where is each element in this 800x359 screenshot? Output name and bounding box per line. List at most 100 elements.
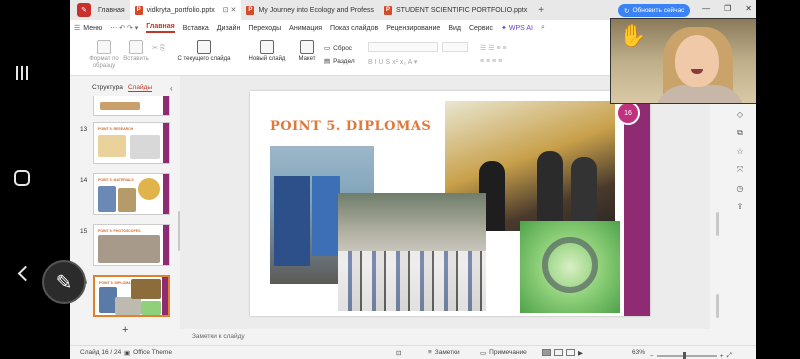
paragraph-icons[interactable]: ☰ ☰ ≡ ≡ <box>480 44 507 52</box>
slide-canvas: POINT 5. DIPLOMAS 16 <box>180 76 710 329</box>
menu-tab-insert[interactable]: Вставка <box>183 25 209 32</box>
main-menu-label: Меню <box>83 24 103 32</box>
shape-icon[interactable]: ◇ <box>737 110 743 119</box>
section-button[interactable]: ▤ Раздел <box>324 57 355 66</box>
menu-tab-design[interactable]: Дизайн <box>217 25 241 32</box>
close-tab-icon[interactable]: ⊡ ✕ <box>223 6 237 14</box>
update-icon: ↻ <box>624 7 630 15</box>
add-slide-button[interactable]: + <box>122 324 128 336</box>
slide-notes-field[interactable]: Заметки к слайду <box>180 329 710 345</box>
sorter-view-icon[interactable] <box>554 349 563 356</box>
transform-icon[interactable]: ⤧ <box>737 165 743 175</box>
recents-button[interactable] <box>0 66 44 80</box>
reset-icon: ▭ <box>324 45 331 52</box>
group-photo[interactable] <box>338 193 486 311</box>
format-painter-button[interactable]: Формат по образцу <box>84 40 124 70</box>
canvas-scrollbar-lower[interactable] <box>716 294 719 318</box>
menu-tab-tools[interactable]: Сервис <box>469 25 493 32</box>
from-current-slide-button[interactable]: С текущего слайда <box>174 40 234 62</box>
zoom-level[interactable]: 63% <box>632 349 645 356</box>
zoom-out-icon[interactable]: − <box>650 353 654 359</box>
notes-icon: ≡ <box>428 349 432 356</box>
view-buttons: ▶ <box>542 349 583 357</box>
menu-tab-review[interactable]: Рецензирование <box>386 25 440 32</box>
canvas-scrollbar[interactable] <box>716 212 719 236</box>
main-menu-button[interactable]: ☰ Меню <box>74 24 103 33</box>
recents-icon <box>16 66 28 80</box>
minimize-icon[interactable]: — <box>702 4 710 13</box>
tab-label: STUDENT SCIENTIFIC PORTFOLIO.pptx <box>396 6 528 14</box>
status-bar: Слайд 16 / 24 ▣ Office Theme ⊡ ≡ Заметки… <box>70 345 756 359</box>
menu-tab-home[interactable]: Главная <box>146 23 175 33</box>
normal-view-icon[interactable] <box>542 349 551 356</box>
pen-tool-button[interactable]: ✎ <box>42 260 86 304</box>
zoom-slider-handle[interactable] <box>682 352 686 359</box>
slide-thumbnail[interactable]: POINT 5. MATERIALS <box>93 173 170 215</box>
maximize-icon[interactable]: ❐ <box>724 4 731 13</box>
menu-tab-slideshow[interactable]: Показ слайдов <box>330 25 378 32</box>
menu-tab-view[interactable]: Вид <box>448 25 461 32</box>
slide-thumbnail[interactable]: POINT 5. RESEARCH <box>93 122 170 164</box>
text-format-icons[interactable]: B I U S x² x₂ A ▾ <box>368 58 417 66</box>
quick-access-icons[interactable]: ⋯ ↶ ↷ ▾ <box>110 24 138 32</box>
notes-toggle[interactable]: ≡ Заметки <box>428 349 460 356</box>
screen: ✎ Главная P vidkryta_portfolio.pptx ⊡ ✕ … <box>0 0 800 359</box>
reset-label: Сброс <box>333 44 353 52</box>
reset-button[interactable]: ▭ Сброс <box>324 44 353 53</box>
home-button[interactable] <box>0 170 44 186</box>
new-slide-label: Новый слайд <box>248 56 286 62</box>
slide-thumbnail-selected[interactable]: POINT 5. DIPLOMAS <box>93 275 170 317</box>
slide-number: 14 <box>80 177 88 184</box>
document-tab-student-portfolio[interactable]: P STUDENT SCIENTIFIC PORTFOLIO.pptx <box>379 0 532 20</box>
collage-photo[interactable] <box>520 221 620 313</box>
comment-icon: ▭ <box>480 349 487 357</box>
layout-button[interactable]: Макет <box>292 40 322 62</box>
format-painter-label: Формат по образцу <box>89 56 119 69</box>
slide-number: 13 <box>80 126 88 133</box>
new-slide-button[interactable]: Новый слайд <box>244 40 290 62</box>
reading-view-icon[interactable] <box>566 349 575 356</box>
alignment-icons[interactable]: ≡ ≡ ≡ ≡ <box>480 58 502 65</box>
fit-window-icon[interactable]: ⤢ <box>727 352 732 359</box>
home-tab[interactable]: ✎ Главная <box>70 0 130 20</box>
paste-button[interactable]: Вставить <box>120 40 152 62</box>
wps-ai-button[interactable]: ✦ WPS AI <box>501 24 533 33</box>
menu-tab-transitions[interactable]: Переходы <box>248 25 281 32</box>
update-now-button[interactable]: ↻ Обновить сейчас <box>618 4 691 17</box>
tab-slides[interactable]: Слайды <box>127 84 153 92</box>
slide-number-badge: 16 <box>616 101 640 125</box>
font-size-select[interactable] <box>442 42 468 52</box>
close-window-icon[interactable]: ✕ <box>745 4 752 13</box>
theme-indicator[interactable]: ▣ Office Theme <box>124 349 172 357</box>
theme-icon: ▣ <box>124 349 131 357</box>
tab-structure[interactable]: Структура <box>92 84 123 92</box>
current-slide[interactable]: POINT 5. DIPLOMAS 16 <box>250 91 650 316</box>
slide-counter: Слайд 16 / 24 <box>80 349 122 356</box>
copy-format-icon[interactable]: ⧉ <box>737 128 743 138</box>
update-now-label: Обновить сейчас <box>632 7 685 14</box>
document-tab-my-journey[interactable]: P My Journey into Ecology and Profess <box>241 0 379 20</box>
slide-thumbnail-partial[interactable] <box>93 96 170 116</box>
search-icon[interactable]: ⌕ <box>541 24 545 32</box>
new-tab-button[interactable]: + <box>532 5 550 16</box>
history-icon[interactable]: ◷ <box>737 184 744 193</box>
font-family-select[interactable] <box>368 42 438 52</box>
share-icon[interactable]: ⇪ <box>737 202 744 211</box>
slide-thumbnail[interactable]: POINT 5. PHOTOSCOPES <box>93 224 170 266</box>
spell-icon[interactable]: ⊡ <box>396 349 401 357</box>
thumbnail-title: POINT 5. DIPLOMAS <box>99 281 134 285</box>
slide-title[interactable]: POINT 5. DIPLOMAS <box>270 119 431 134</box>
layout-icon <box>300 40 314 54</box>
star-icon[interactable]: ☆ <box>736 147 743 156</box>
right-side-toolbar: ⚙ ◇ ⧉ ☆ ⤧ ◷ ⇪ <box>730 92 750 211</box>
zoom-slider[interactable] <box>656 352 717 359</box>
collapse-panel-icon[interactable]: ‹ <box>170 84 173 93</box>
back-button[interactable] <box>0 265 44 282</box>
thumbnail-title: POINT 5. PHOTOSCOPES <box>98 229 141 233</box>
play-icon[interactable]: ▶ <box>578 349 583 357</box>
clipboard-icons[interactable]: ✂ ⎘ <box>152 44 165 53</box>
document-tab-vidkryta[interactable]: P vidkryta_portfolio.pptx ⊡ ✕ <box>129 0 242 20</box>
zoom-in-icon[interactable]: + <box>720 353 724 359</box>
comments-toggle[interactable]: ▭ Примечание <box>480 349 527 357</box>
menu-tab-animation[interactable]: Анимация <box>289 25 322 32</box>
